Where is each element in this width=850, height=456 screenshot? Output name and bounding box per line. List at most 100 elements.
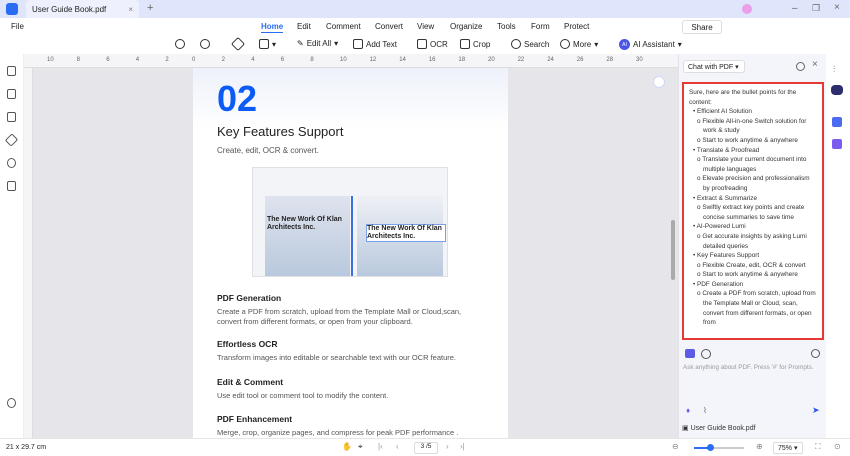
search-icon [511, 39, 521, 49]
layers-icon[interactable] [7, 181, 16, 191]
tab-convert[interactable]: Convert [375, 22, 403, 31]
chat-icon[interactable] [685, 349, 695, 358]
ruler-tick-label: 0 [192, 57, 196, 63]
tab-form[interactable]: Form [531, 22, 550, 31]
add-text-button[interactable]: Add Text [353, 39, 397, 49]
new-chat-icon[interactable] [811, 349, 820, 358]
tab-view[interactable]: View [417, 22, 434, 31]
page-size: 21 x 29.7 cm [6, 444, 47, 451]
section-body: Create a PDF from scratch, upload from t… [217, 307, 462, 326]
search-button[interactable]: Search [511, 39, 549, 49]
section-heading: Effortless OCR [217, 339, 278, 349]
answer-sub-bullet: Start to work anytime & anywhere [689, 270, 817, 280]
select-tool-icon[interactable]: ⌖ [358, 442, 363, 452]
document-tab[interactable]: User Guide Book.pdf × [26, 0, 139, 18]
add-text-label: Add Text [366, 39, 397, 49]
attachment-icon[interactable] [4, 133, 19, 147]
minimize-icon[interactable]: – [792, 3, 798, 14]
tab-title: User Guide Book.pdf [32, 4, 107, 14]
translate-icon[interactable] [832, 117, 842, 127]
ruler-tick-label: 12 [369, 57, 377, 63]
tab-tools[interactable]: Tools [497, 22, 516, 31]
hand-tool-icon[interactable]: ✋ [342, 442, 352, 451]
ruler-tick-label: 10 [340, 57, 347, 63]
chat-input[interactable]: Ask anything about PDF. Press '#' for Pr… [683, 364, 814, 371]
vertical-scrollbar[interactable] [671, 220, 675, 280]
ai-answer-box: Sure, here are the bullet points for the… [682, 82, 824, 340]
crop-icon [460, 39, 470, 49]
crop-button[interactable]: Crop [460, 39, 490, 49]
ai-assistant-label: AI Assistant [633, 40, 675, 49]
section-heading: Edit & Comment [217, 377, 284, 387]
share-button[interactable]: Share [682, 20, 722, 34]
right-sidebar: ⫶ [826, 54, 850, 438]
prompt-bulb-icon[interactable]: ♦ [686, 406, 690, 415]
left-sidebar [0, 54, 24, 438]
answer-bullet: AI-Powered Lumi [689, 222, 817, 232]
new-tab-button[interactable]: + [147, 2, 153, 14]
page-subtitle: Create, edit, OCR & convert. [217, 146, 319, 155]
help-icon[interactable] [796, 62, 805, 71]
restore-icon[interactable]: ❐ [812, 3, 820, 14]
file-menu[interactable]: File [11, 22, 24, 31]
ai-icon: AI [619, 39, 630, 50]
more-button[interactable]: More ▾ [560, 39, 598, 49]
answer-bullet: Efficient AI Solution [689, 107, 817, 117]
tab-protect[interactable]: Protect [564, 22, 589, 31]
close-panel-icon[interactable]: × [812, 59, 818, 70]
proofread-icon[interactable] [832, 139, 842, 149]
answer-sub-bullet: Translate your current document into mul… [689, 155, 817, 174]
zoom-out-icon[interactable] [175, 39, 185, 49]
page-thumbnail-icon[interactable] [7, 66, 16, 76]
ruler-tick-label: 2 [165, 57, 169, 63]
ai-assistant-button[interactable]: AI AI Assistant ▾ [619, 39, 682, 50]
ruler-tick-label: 14 [399, 57, 406, 63]
answer-intro: Sure, here are the bullet points for the… [689, 89, 797, 106]
translate-icon[interactable] [653, 76, 665, 88]
ai-bot-icon[interactable] [831, 85, 843, 95]
help-icon[interactable] [7, 398, 16, 408]
crop-label: Crop [473, 39, 491, 49]
last-page-icon[interactable]: ›| [460, 442, 465, 451]
answer-sub-bullet: Swiftly extract key points and create co… [689, 203, 817, 222]
zoom-in-icon[interactable]: ⊕ [756, 442, 763, 451]
fullscreen-icon[interactable]: ⛶ [815, 442, 821, 452]
pdf-page: 02 Key Features Support Create, edit, OC… [193, 68, 508, 440]
settings-sliders-icon[interactable]: ⫶ [833, 64, 835, 75]
tab-edit[interactable]: Edit [297, 22, 311, 31]
ocr-button[interactable]: OCR [417, 39, 448, 49]
comment-icon[interactable] [7, 112, 16, 122]
prev-page-icon[interactable]: ‹ [396, 442, 399, 451]
ruler-tick-label: 8 [310, 57, 314, 63]
bookmark-icon[interactable] [7, 89, 16, 99]
chat-mode-dropdown[interactable]: Chat with PDF ▾ [683, 60, 745, 73]
highlighter-icon[interactable] [230, 36, 246, 52]
close-window-icon[interactable]: × [834, 2, 840, 13]
zoom-out-icon[interactable]: ⊖ [672, 442, 679, 451]
search-label: Search [524, 39, 550, 49]
attached-file[interactable]: ▣ User Guide Book.pdf [682, 424, 756, 432]
zoom-in-icon[interactable] [200, 39, 210, 49]
page-number-input[interactable]: 3 /5 [414, 442, 438, 454]
tab-home[interactable]: Home [261, 22, 284, 33]
search-panel-icon[interactable] [7, 158, 16, 168]
tab-organize[interactable]: Organize [450, 22, 482, 31]
section-number: 02 [217, 78, 258, 119]
zoom-dropdown[interactable]: 75% ▾ [773, 442, 803, 454]
avatar[interactable] [742, 4, 752, 14]
ruler-tick-label: 24 [547, 57, 554, 63]
shape-icon[interactable] [259, 39, 269, 49]
ruler-tick-label: 10 [47, 57, 54, 63]
ruler-tick-label: 22 [517, 57, 525, 63]
next-page-icon[interactable]: › [446, 442, 449, 451]
zoom-slider-handle[interactable] [707, 444, 714, 451]
attachment-icon[interactable]: ⌇ [703, 406, 707, 415]
tab-comment[interactable]: Comment [326, 22, 361, 31]
edit-all-button[interactable]: ✎ Edit All ▾ [297, 39, 338, 48]
screenshot-headline-right: The New Work Of Klan Architects Inc. [366, 224, 446, 242]
close-tab-icon[interactable]: × [128, 5, 133, 14]
fit-page-icon[interactable]: ⊙ [834, 442, 841, 451]
first-page-icon[interactable]: |‹ [378, 442, 383, 451]
send-icon[interactable]: ➤ [812, 405, 820, 416]
history-icon[interactable] [701, 349, 711, 359]
